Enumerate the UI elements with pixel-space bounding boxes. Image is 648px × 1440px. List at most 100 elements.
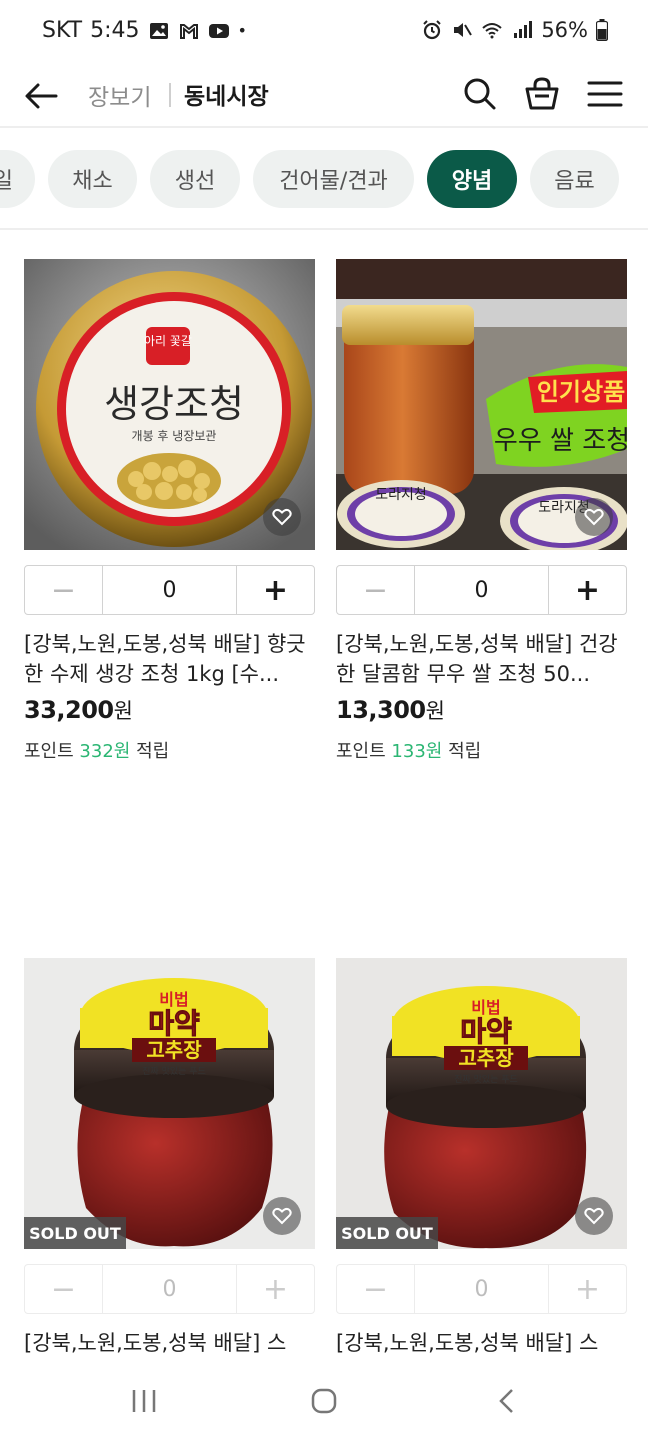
quantity-value[interactable]: 0 [103,566,236,614]
chip-fish[interactable]: 생선 [150,150,240,208]
point-prefix: 포인트 [24,741,74,762]
chip-fruit[interactable]: 일 [0,150,35,208]
jar-sub-text: 진짜 맛있는 푸드 [454,1073,518,1085]
wishlist-button[interactable] [575,498,613,536]
jar-sub-text: 진짜 맛있는 푸드 [142,1065,206,1077]
battery-icon [596,19,608,41]
sold-out-badge: SOLD OUT [24,1217,126,1249]
product-image[interactable]: 비법 마약 고추장 진짜 맛있는 푸드 SOLD OUT [24,958,315,1249]
jar-main1-text: 마약 [148,1007,200,1040]
point-info: 포인트 133원 적립 [336,737,481,763]
divider [0,228,648,230]
jar-main1-text: 마약 [460,1015,512,1048]
wishlist-button[interactable] [263,1197,301,1235]
chip-label: 음료 [554,169,595,194]
price-value: 13,300 [336,696,426,724]
signal-icon [514,21,533,38]
gallery-icon [149,22,168,39]
quantity-stepper: − 0 + [24,1264,315,1314]
alarm-icon [423,20,442,40]
price-value: 33,200 [24,696,114,724]
page-title: 동네시장 [184,84,269,110]
home-icon[interactable] [309,1386,339,1416]
shopping-basket-icon[interactable] [522,74,562,114]
hamburger-menu-icon[interactable] [584,74,626,114]
product-title[interactable]: [강북,노원,도봉,성북 배달] 건강한 달콤함 무우 쌀 조청 50... [336,629,627,689]
increase-button[interactable]: + [548,566,626,614]
increase-button: + [548,1265,626,1313]
heart-icon [584,508,604,526]
heart-icon [272,1207,292,1225]
breadcrumb-shopping[interactable]: 장보기 [88,78,151,112]
sign-text: 우우 쌀 조청 [494,426,627,456]
jar-main2-text: 고추장 [146,1038,202,1062]
wishlist-button[interactable] [263,498,301,536]
increase-button: + [236,1265,314,1313]
product-price: 33,200원 [24,695,133,725]
chip-label: 일 [0,169,13,194]
chip-seasoning[interactable]: 양념 [427,150,517,208]
decrease-button[interactable]: − [25,566,103,614]
chip-label: 양념 [451,169,493,194]
breadcrumb-divider [169,83,171,107]
carrier-label: SKT [42,18,83,43]
notification-dot: • [237,21,247,40]
product-card[interactable]: 비법 마약 고추장 진짜 맛있는 푸드 SOLD OUT − 0 + [강북,노… [24,958,315,1358]
decrease-button[interactable]: − [337,566,415,614]
product-card[interactable]: 아리 꽃갈 생강조청 개봉 후 냉장보관 − 0 + [강북,노원,도봉,성북 … [24,259,315,779]
product-card[interactable]: 인기상품 우우 쌀 조청 도라지청 도라지청 − 0 + [강북,노원,도봉,성… [336,259,627,779]
system-navigation-bar [0,1362,648,1440]
point-suffix: 적립 [448,741,482,762]
jar-sub-text: 개봉 후 냉장보관 [132,429,217,443]
top-app-bar: 장보기 동네시장 [0,64,648,128]
decrease-button: − [337,1265,415,1313]
wishlist-button[interactable] [575,1197,613,1235]
back-arrow-icon[interactable] [20,74,64,118]
jar-title-text: 생강조청 [104,382,244,426]
jar-brand-text: 아리 꽃갈 [144,334,192,348]
recent-apps-icon[interactable] [129,1386,159,1416]
system-back-icon[interactable] [493,1386,523,1416]
currency-label: 원 [425,699,445,723]
sold-out-badge: SOLD OUT [336,1217,438,1249]
youtube-icon [208,23,229,38]
heart-icon [584,1207,604,1225]
quantity-stepper: − 0 + [336,1264,627,1314]
jar1-text: 도라지청 [375,487,427,503]
quantity-value: 0 [162,1276,177,1302]
point-value: 332원 [79,741,131,762]
product-price: 13,300원 [336,695,445,725]
mute-icon [454,23,473,37]
product-card[interactable]: 비법 마약 고추장 진짜 맛있는 푸드 SOLD OUT − 0 + [강북,노… [336,958,627,1358]
chip-dried-nuts[interactable]: 건어물/견과 [253,150,414,208]
quantity-value[interactable]: 0 [415,566,548,614]
wifi-icon [482,23,502,39]
point-value: 133원 [391,741,443,762]
chip-label: 생선 [174,169,216,194]
clock: 5:45 [90,18,140,43]
chip-label: 건어물/견과 [279,169,388,194]
product-title[interactable]: [강북,노원,도봉,성북 배달] 향긋한 수제 생강 조청 1kg [수... [24,629,315,689]
quantity-value: 0 [474,1276,489,1302]
product-image[interactable]: 인기상품 우우 쌀 조청 도라지청 도라지청 [336,259,627,550]
quantity-stepper: − 0 + [336,565,627,615]
point-info: 포인트 332원 적립 [24,737,169,763]
chip-label: 채소 [72,169,113,194]
product-image[interactable]: 비법 마약 고추장 진짜 맛있는 푸드 SOLD OUT [336,958,627,1249]
currency-label: 원 [113,699,133,723]
category-chips: 일 채소 생선 건어물/견과 양념 음료 [0,150,648,208]
decrease-button: − [25,1265,103,1313]
tag-text: 인기상품 [537,378,625,406]
gmail-icon [179,23,198,39]
search-icon[interactable] [460,74,500,114]
jar-main2-text: 고추장 [458,1046,514,1070]
status-bar: SKT 5:45 • 56% [0,0,648,64]
status-right: 56% [421,18,608,42]
chip-vegetables[interactable]: 채소 [48,150,137,208]
product-image[interactable]: 아리 꽃갈 생강조청 개봉 후 냉장보관 [24,259,315,550]
chip-beverages[interactable]: 음료 [530,150,619,208]
point-suffix: 적립 [136,741,170,762]
battery-percent: 56% [541,18,588,42]
increase-button[interactable]: + [236,566,314,614]
point-prefix: 포인트 [336,741,386,762]
